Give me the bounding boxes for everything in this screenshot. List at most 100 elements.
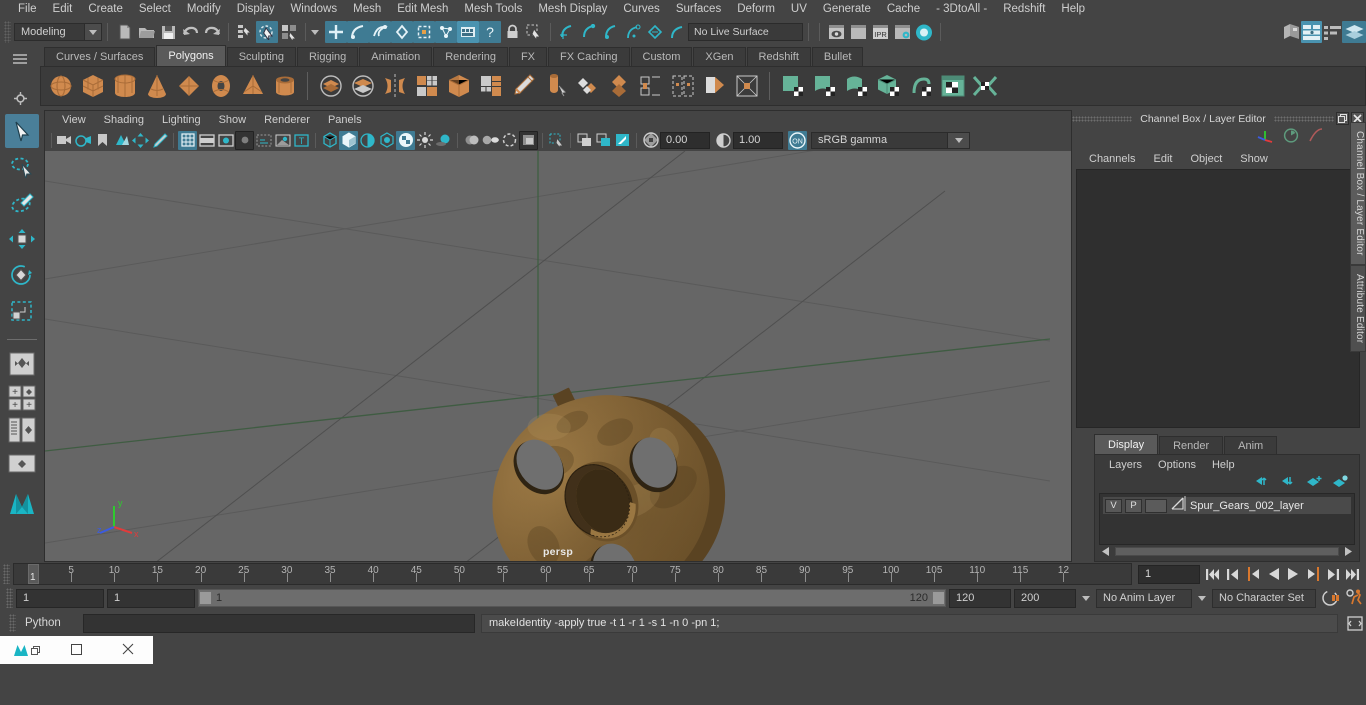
exposure-gate-icon[interactable] bbox=[273, 131, 292, 150]
shelf-button-poly-pyramid[interactable] bbox=[237, 70, 268, 102]
animation-start-field[interactable]: 1 bbox=[16, 588, 104, 608]
play-backwards-icon[interactable] bbox=[1264, 564, 1282, 584]
step-back-frame-icon[interactable] bbox=[1244, 564, 1262, 584]
layer-editor-tab-anim[interactable]: Anim bbox=[1224, 436, 1278, 454]
menu-item-3dtoall[interactable]: - 3DtoAll - bbox=[928, 0, 995, 19]
shelf-tab-bullet[interactable]: Bullet bbox=[811, 47, 864, 66]
grid-icon[interactable] bbox=[178, 130, 197, 150]
snap-magnet-point-icon[interactable] bbox=[600, 21, 622, 43]
layer-list[interactable]: V P Spur_Gears_002_layer bbox=[1099, 493, 1355, 545]
viewport-menu-shading[interactable]: Shading bbox=[95, 114, 153, 126]
shelf-button-poly-cone[interactable] bbox=[141, 70, 172, 102]
menu-item-redshift[interactable]: Redshift bbox=[995, 0, 1053, 19]
multisample-icon[interactable] bbox=[500, 131, 519, 150]
menu-item-mesh[interactable]: Mesh bbox=[345, 0, 389, 19]
layer-list-scrollbar[interactable] bbox=[1099, 545, 1355, 558]
paint-select-tool[interactable] bbox=[5, 186, 39, 220]
select-tool[interactable] bbox=[5, 114, 39, 148]
viewport-menu-show[interactable]: Show bbox=[210, 114, 256, 126]
wireframe-icon[interactable] bbox=[320, 131, 339, 150]
snap-magnet-grid-icon[interactable] bbox=[556, 21, 578, 43]
channel-box-menu-object[interactable]: Object bbox=[1181, 153, 1231, 165]
film-origin-icon[interactable] bbox=[254, 131, 273, 150]
menu-item-windows[interactable]: Windows bbox=[282, 0, 345, 19]
go-to-start-icon[interactable] bbox=[1204, 564, 1222, 584]
new-layer-icon[interactable] bbox=[1306, 474, 1323, 492]
menu-item-cache[interactable]: Cache bbox=[879, 0, 928, 19]
step-forward-keyframe-icon[interactable] bbox=[1324, 564, 1342, 584]
shelf-tab-xgen[interactable]: XGen bbox=[693, 47, 746, 66]
menu-item-modify[interactable]: Modify bbox=[179, 0, 229, 19]
viewport-menu-view[interactable]: View bbox=[53, 114, 95, 126]
render-help-icon[interactable]: ? bbox=[479, 21, 501, 43]
play-forwards-icon[interactable] bbox=[1284, 564, 1302, 584]
layer-editor-menu-help[interactable]: Help bbox=[1204, 459, 1243, 471]
shelf-button-uv-cylindrical[interactable] bbox=[809, 70, 840, 102]
close-icon[interactable] bbox=[102, 643, 153, 658]
viewport-menu-lighting[interactable]: Lighting bbox=[153, 114, 210, 126]
persp-layout-tool[interactable] bbox=[5, 447, 39, 481]
construction-history-icon[interactable] bbox=[457, 21, 479, 43]
script-editor-icon[interactable] bbox=[1344, 612, 1366, 634]
viewport-render-region-icon[interactable] bbox=[613, 131, 632, 150]
select-mask-icon[interactable] bbox=[523, 21, 545, 43]
shelf-tab-rendering[interactable]: Rendering bbox=[433, 47, 508, 66]
shelf-button-poly-smooth[interactable] bbox=[411, 70, 442, 102]
exposure-field[interactable]: 0.00 bbox=[660, 131, 710, 149]
shelf-button-poly-combine[interactable] bbox=[347, 70, 378, 102]
ipr-render-icon[interactable]: IPR bbox=[869, 21, 891, 43]
open-scene-icon[interactable] bbox=[135, 21, 157, 43]
layer-state-toggle[interactable] bbox=[1145, 498, 1167, 513]
shelf-button-poly-torus[interactable] bbox=[205, 70, 236, 102]
lock-icon[interactable] bbox=[501, 21, 523, 43]
shelf-tab-redshift[interactable]: Redshift bbox=[746, 47, 811, 66]
menu-item-curves[interactable]: Curves bbox=[615, 0, 667, 19]
menu-item-deform[interactable]: Deform bbox=[729, 0, 783, 19]
shelf-button-poly-cube[interactable] bbox=[77, 70, 108, 102]
shelf-tab-custom[interactable]: Custom bbox=[630, 47, 693, 66]
outliner-persp-layout-tool[interactable] bbox=[5, 415, 39, 445]
command-language-label[interactable]: Python bbox=[25, 617, 77, 629]
shelf-button-poly-append[interactable] bbox=[667, 70, 698, 102]
select-camera-icon[interactable] bbox=[55, 131, 74, 150]
character-set-dropdown-icon[interactable] bbox=[1195, 589, 1209, 608]
shelf-tab-polygons[interactable]: Polygons bbox=[156, 45, 226, 66]
menu-item-mesh-display[interactable]: Mesh Display bbox=[530, 0, 615, 19]
shelf-button-poly-booleans[interactable] bbox=[315, 70, 346, 102]
snap-magnet-curve-icon[interactable] bbox=[578, 21, 600, 43]
chevron-down-icon[interactable] bbox=[84, 24, 101, 40]
snap-magnet-center-icon[interactable] bbox=[622, 21, 644, 43]
layer-editor-tab-display[interactable]: Display bbox=[1094, 434, 1159, 454]
anim-layer-field[interactable]: No Anim Layer bbox=[1096, 588, 1192, 608]
time-slider[interactable]: 1 5 10 15 20 25 30 35 40 45 50 55 60 65 70 75 80 85 90 95 1… bbox=[13, 563, 1132, 585]
menu-set-selector[interactable]: Modeling bbox=[14, 23, 102, 41]
gamma-icon[interactable] bbox=[714, 131, 733, 150]
shelf-button-poly-mirror[interactable] bbox=[379, 70, 410, 102]
panel-drag-dots-right[interactable] bbox=[1273, 115, 1334, 122]
rotate-tool[interactable] bbox=[5, 258, 39, 292]
new-scene-icon[interactable] bbox=[113, 21, 135, 43]
shelf-button-poly-cylinder[interactable] bbox=[109, 70, 140, 102]
select-by-hierarchy-icon[interactable] bbox=[234, 21, 256, 43]
render-settings-icon[interactable] bbox=[891, 21, 913, 43]
live-surface-field[interactable]: No Live Surface bbox=[688, 23, 803, 41]
show-manipulators-icon[interactable] bbox=[1257, 128, 1274, 148]
animation-preferences-icon[interactable] bbox=[1344, 587, 1366, 609]
shelf-button-poly-plane[interactable] bbox=[173, 70, 204, 102]
command-input[interactable] bbox=[83, 613, 475, 633]
shelf-button-uv-automatic[interactable] bbox=[873, 70, 904, 102]
smooth-shade-icon[interactable] bbox=[339, 130, 358, 150]
shelf-options-icon[interactable] bbox=[13, 92, 27, 110]
shelf-tab-rigging[interactable]: Rigging bbox=[296, 47, 359, 66]
side-tab-attribute-editor[interactable]: Attribute Editor bbox=[1350, 264, 1366, 353]
snap-to-view-plane-icon[interactable] bbox=[413, 21, 435, 43]
snapshot-icon[interactable] bbox=[575, 131, 594, 150]
viewport-selection-icon[interactable] bbox=[547, 131, 566, 150]
menu-item-display[interactable]: Display bbox=[229, 0, 283, 19]
snap-to-curve-icon[interactable] bbox=[347, 21, 369, 43]
scroll-track[interactable] bbox=[1115, 547, 1339, 556]
panel-drag-dots-left[interactable] bbox=[1072, 115, 1133, 122]
render-sequence-icon[interactable] bbox=[847, 21, 869, 43]
range-slider-grip[interactable] bbox=[6, 588, 13, 608]
move-layer-down-icon[interactable] bbox=[1280, 474, 1297, 492]
